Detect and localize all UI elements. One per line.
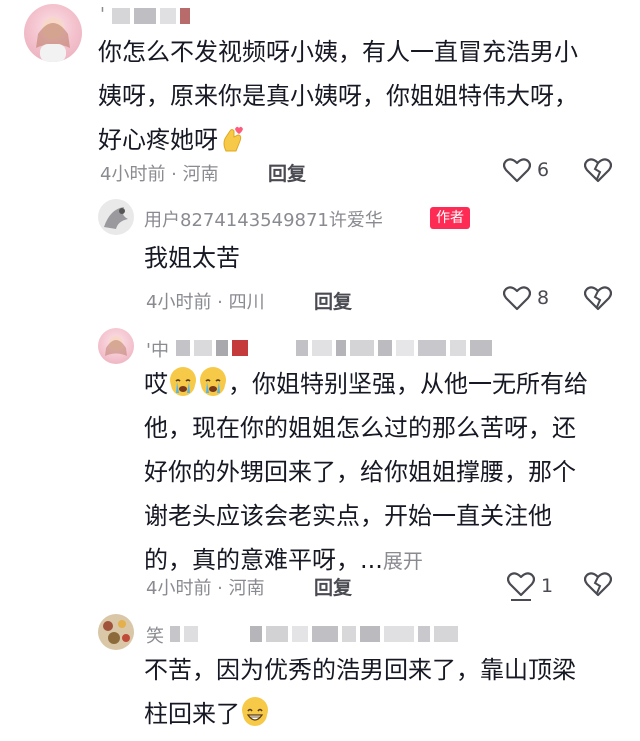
comment-line-text: 好心疼她呀 <box>98 126 218 154</box>
avatar-image <box>36 17 70 62</box>
comment-line: 你怎么不发视频呀小姨，有人一直冒充浩男小 <box>98 38 578 66</box>
dislike-button[interactable] <box>583 285 613 315</box>
like-count: 8 <box>537 287 550 309</box>
like-count: 1 <box>541 575 554 597</box>
comment-text: 哎 ，你姐特别坚强，从他一无所有给 他，现在你的姐姐怎么过的那么苦呀，还 好你的… <box>144 362 614 583</box>
comment-line-text: ，你姐特别坚强，从他一无所有给 <box>228 370 588 398</box>
grin-emoji <box>242 697 268 726</box>
broken-heart-icon <box>583 572 613 597</box>
comment-line: 他，现在你的姐姐怎么过的那么苦呀，还 <box>144 414 576 442</box>
broken-heart-icon <box>583 286 613 311</box>
comment-text: 你怎么不发视频呀小姨，有人一直冒充浩男小 姨呀，原来你是真小姨呀，你姐姐特伟大呀… <box>98 30 618 162</box>
comment-line: 柱回来了 <box>144 692 614 736</box>
comment-line-text: 柱回来了 <box>144 700 240 728</box>
crying-emoji <box>200 367 226 396</box>
redacted-username-mosaic <box>176 340 492 356</box>
avatar[interactable] <box>98 614 134 650</box>
expand-link[interactable]: 展开 <box>383 549 423 573</box>
broken-heart-icon <box>583 158 613 183</box>
comment-username[interactable]: 用户8274143549871许爱华 <box>144 206 383 232</box>
comment-line: 我姐太苦 <box>144 244 240 272</box>
like-button[interactable]: 6 <box>503 157 549 183</box>
avatar[interactable] <box>98 328 134 364</box>
redacted-username-mosaic <box>170 626 458 642</box>
like-button[interactable]: 1 <box>507 571 553 601</box>
comment-meta: 4小时前 · 河南 <box>146 578 265 599</box>
dislike-button[interactable] <box>583 157 613 187</box>
avatar-image <box>104 207 128 229</box>
reply-button[interactable]: 回复 <box>314 287 352 314</box>
comment-line-text: 的，真的意难平呀，... <box>144 546 383 574</box>
redacted-username-mosaic <box>112 8 190 24</box>
like-count: 6 <box>537 159 550 181</box>
like-button[interactable]: 8 <box>503 285 549 311</box>
dislike-button[interactable] <box>583 571 613 601</box>
heart-icon <box>503 158 531 183</box>
avatar-image <box>103 620 130 644</box>
comment-meta: 4小时前 · 四川 <box>146 292 265 313</box>
comment-line: 哎 ，你姐特别坚强，从他一无所有给 <box>144 362 614 406</box>
comment-username[interactable]: '中 <box>146 336 169 362</box>
author-badge: 作者 <box>430 207 470 229</box>
comment-line: 好你的外甥回来了，给你姐姐撑腰，那个 <box>144 458 576 486</box>
comment-line: 谢老头应该会老实点，开始一直关注他 <box>144 502 552 530</box>
comment-text: 不苦，因为优秀的浩男回来了，靠山顶梁 柱回来了 <box>144 648 614 736</box>
comment-line: 不苦，因为优秀的浩男回来了，靠山顶梁 <box>144 656 576 684</box>
comment-line: 姨呀，原来你是真小姨呀，你姐姐特伟大呀， <box>98 82 578 110</box>
comment-meta: 4小时前 · 河南 <box>100 164 219 185</box>
crying-emoji <box>170 367 196 396</box>
reply-button[interactable]: 回复 <box>268 159 306 186</box>
avatar[interactable] <box>98 199 134 235</box>
heart-icon <box>507 572 535 601</box>
comment-username[interactable]: 笑 <box>146 622 164 648</box>
heart-icon <box>503 286 531 311</box>
finger-heart-emoji <box>220 123 244 152</box>
comment-line-text: 哎 <box>144 370 168 398</box>
comment-username[interactable]: ' <box>100 4 105 25</box>
avatar[interactable] <box>24 4 82 62</box>
comment-line: 好心疼她呀 <box>98 118 618 162</box>
avatar-image <box>105 336 127 356</box>
reply-button[interactable]: 回复 <box>314 573 352 600</box>
comment-text: 我姐太苦 <box>144 236 604 280</box>
